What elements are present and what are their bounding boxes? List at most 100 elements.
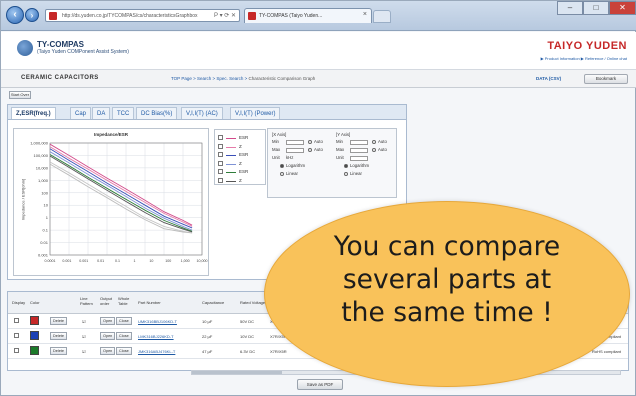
x-tick-label: 0.0001 <box>45 259 56 263</box>
x-max-input[interactable] <box>286 148 304 153</box>
x-tick-label: 100 <box>165 259 171 263</box>
part-number-link[interactable]: LMK316BJ226KD-T <box>138 334 174 339</box>
legend-label: ESR <box>239 169 249 174</box>
line-pattern-check[interactable]: ☑ <box>82 334 86 339</box>
color-swatch[interactable] <box>30 316 39 325</box>
capacitance-cell: 10 µF <box>202 319 213 324</box>
th-color: Color <box>30 300 40 305</box>
legend-item: ESR <box>218 134 266 142</box>
x-min-input[interactable] <box>286 140 304 145</box>
delete-button[interactable]: Delete <box>50 347 67 355</box>
x-log-radio[interactable] <box>280 163 284 168</box>
open-button[interactable]: Open <box>100 332 116 340</box>
csv-download-link[interactable]: DATA (CSV) <box>536 76 561 81</box>
start-over-button[interactable]: Start Over <box>9 91 31 99</box>
legend-label: Z <box>239 177 242 183</box>
color-swatch[interactable] <box>30 331 39 340</box>
open-button[interactable]: Open <box>100 347 116 355</box>
legend-checkbox[interactable] <box>218 169 223 174</box>
forward-button[interactable]: › <box>25 8 39 22</box>
x-tick-label: 10,000 <box>197 259 208 263</box>
close-button[interactable]: Close <box>116 317 132 325</box>
browser-toolbar: ‹ › http://ds.yuden.co.jp/TYCOMPAS/cs/ch… <box>1 1 636 31</box>
tab-z-esr[interactable]: Z,ESR(freq.) <box>11 107 56 119</box>
close-window-button[interactable]: ✕ <box>609 1 636 15</box>
display-checkbox[interactable] <box>14 333 19 338</box>
browser-tab-active[interactable]: TY-COMPAS (Taiyo Yuden... × <box>244 8 372 23</box>
th-rated-voltage: Rated Voltage <box>240 300 266 305</box>
y-max-auto-checkbox[interactable] <box>372 147 376 152</box>
y-max-input[interactable] <box>350 148 368 153</box>
display-checkbox[interactable] <box>14 348 19 353</box>
y-max-label: Max <box>336 147 345 152</box>
y-tick-label: 0.001 <box>38 253 49 258</box>
y-min-auto-checkbox[interactable] <box>372 139 376 144</box>
breadcrumb-links[interactable]: TOP Page > Search > Spec. Search > <box>171 76 249 81</box>
display-checkbox[interactable] <box>14 318 19 323</box>
scrollbar-thumb[interactable] <box>192 371 282 374</box>
legend-checkbox[interactable] <box>218 160 223 166</box>
breadcrumb: TOP Page > Search > Spec. Search > Chara… <box>171 76 315 81</box>
address-bar[interactable]: http://ds.yuden.co.jp/TYCOMPAS/cs/charac… <box>45 9 240 22</box>
y-tick-label: 100,000 <box>34 153 49 158</box>
rated-voltage-cell: 50V DC <box>240 319 255 324</box>
delete-button[interactable]: Delete <box>50 332 67 340</box>
y-linear-radio[interactable] <box>344 171 348 176</box>
callout-line-3: the same time ! <box>341 297 553 328</box>
tab-vi-ac[interactable]: V,I,I(T) (AC) <box>181 107 223 119</box>
line-pattern-check[interactable]: ☑ <box>82 319 86 324</box>
x-max-auto-checkbox[interactable] <box>308 147 312 152</box>
part-number-link[interactable]: JMK316ABJ476KL-T <box>138 349 175 354</box>
temp-char-cell: X7R/X5R <box>270 349 287 354</box>
tab-tcc[interactable]: TCC <box>112 107 135 119</box>
x-linear-radio[interactable] <box>280 171 284 176</box>
close-button[interactable]: Close <box>116 347 132 355</box>
th-display: Display <box>12 300 26 305</box>
site-header: TY-COMPAS (Taiyo Yuden COMPonent Assist … <box>1 32 636 70</box>
tab-close-icon[interactable]: × <box>363 11 367 18</box>
legend-line-swatch <box>226 146 236 148</box>
tab-cap[interactable]: Cap <box>70 107 92 119</box>
y-min-input[interactable] <box>350 140 368 145</box>
part-number-link[interactable]: UMK316BBJ106KD-T <box>138 319 177 324</box>
new-tab-button[interactable] <box>373 10 391 23</box>
back-button[interactable]: ‹ <box>6 6 24 24</box>
section-title: CERAMIC CAPACITORS <box>21 75 99 81</box>
address-controls[interactable]: P ▾ ⟳ ✕ <box>214 12 236 19</box>
legend-item: Z <box>218 160 266 168</box>
tab-dc-bias[interactable]: DC Bias(%) <box>136 107 178 119</box>
legend-label: ESR <box>239 152 249 157</box>
legend-line-swatch <box>226 163 236 165</box>
y-tick-label: 0.01 <box>40 240 49 245</box>
legend-checkbox[interactable] <box>218 135 223 140</box>
y-tick-label: 10 <box>44 203 49 208</box>
th-whole-table: Whole Table <box>118 296 130 306</box>
header-links[interactable]: ▶ Product Information ▶ Reference / Onli… <box>541 56 627 61</box>
legend-checkbox[interactable] <box>218 177 223 183</box>
rohs-cell: RoHS compliant <box>592 349 621 354</box>
minimize-button[interactable]: – <box>557 1 583 15</box>
y-tick-label: 100 <box>41 190 48 195</box>
legend-checkbox[interactable] <box>218 152 223 157</box>
tab-vi-power[interactable]: V,I,I(T) (Power) <box>230 107 281 119</box>
maximize-button[interactable]: □ <box>583 1 609 15</box>
rated-voltage-cell: 10V DC <box>240 334 255 339</box>
x-min-auto-checkbox[interactable] <box>308 139 312 144</box>
legend-checkbox[interactable] <box>218 143 223 149</box>
save-as-pdf-button[interactable]: Save as PDF <box>297 379 343 390</box>
x-unit-select[interactable]: kHz <box>286 155 293 160</box>
close-button[interactable]: Close <box>116 332 132 340</box>
open-button[interactable]: Open <box>100 317 116 325</box>
delete-button[interactable]: Delete <box>50 317 67 325</box>
back-arrow-icon: ‹ <box>13 9 17 20</box>
line-pattern-check[interactable]: ☑ <box>82 349 86 354</box>
x-axis-title: [X Axis] <box>272 132 287 137</box>
y-log-radio[interactable] <box>344 163 348 168</box>
x-min-label: Min <box>272 139 279 144</box>
bookmark-button[interactable]: Bookmark <box>584 74 628 84</box>
y-unit-select[interactable] <box>350 156 368 161</box>
x-tick-label: 0.01 <box>97 259 104 263</box>
tab-da[interactable]: DA <box>92 107 111 119</box>
address-text: http://ds.yuden.co.jp/TYCOMPAS/cs/charac… <box>62 13 198 19</box>
color-swatch[interactable] <box>30 346 39 355</box>
